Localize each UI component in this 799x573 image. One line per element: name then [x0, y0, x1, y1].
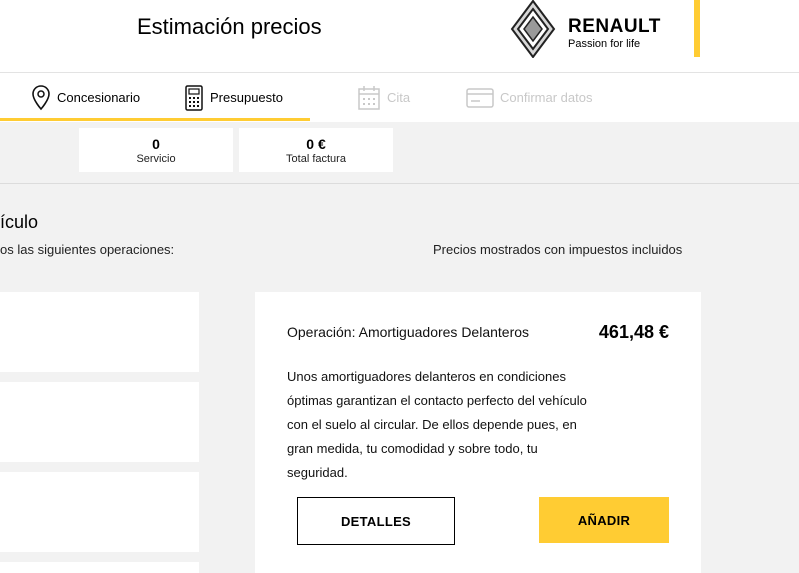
- operation-card[interactable]: [0, 292, 199, 372]
- add-button[interactable]: AÑADIR: [539, 497, 669, 543]
- page-title: Estimación precios: [137, 14, 322, 39]
- divider: [0, 183, 799, 184]
- operation-card[interactable]: [0, 382, 199, 462]
- details-button[interactable]: DETALLES: [297, 497, 455, 545]
- brand-tagline: Passion for life: [568, 38, 641, 50]
- summary-label: Total factura: [286, 153, 346, 165]
- operation-card[interactable]: [0, 562, 199, 573]
- brand-name: RENAULT: [568, 16, 661, 37]
- active-step-indicator: [0, 118, 310, 121]
- brand-accent-bar: [694, 0, 700, 57]
- calendar-icon: [358, 85, 380, 110]
- summary-total-factura: 0 € Total factura: [239, 128, 393, 172]
- operation-price: 461,48 €: [598, 322, 669, 342]
- step-label: Confirmar datos: [500, 90, 593, 105]
- step-label: Concesionario: [57, 90, 141, 105]
- header: Estimación precios RENAULT Passion for l…: [0, 0, 799, 73]
- step-label: Cita: [387, 90, 411, 105]
- card-icon: [466, 87, 494, 108]
- step-presupuesto[interactable]: Presupuesto: [184, 73, 283, 122]
- section-title: ículo: [0, 212, 39, 232]
- operation-detail-card: Operación: Amortiguadores Delanteros 461…: [255, 292, 701, 573]
- progress-steps: Concesionario Presupuesto Cita Confirmar…: [0, 73, 799, 122]
- operation-card[interactable]: [0, 472, 199, 552]
- operation-title: Operación: Amortiguadores Delanteros: [287, 324, 530, 340]
- summary-value: 0 €: [306, 136, 326, 152]
- step-confirmar-datos: Confirmar datos: [466, 73, 592, 122]
- price-note: Precios mostrados con impuestos incluido…: [433, 242, 683, 257]
- location-pin-icon: [32, 84, 50, 110]
- operation-description: Unos amortiguadores delanteros en condic…: [287, 369, 587, 480]
- step-cita: Cita: [357, 73, 410, 122]
- summary-value: 0: [152, 136, 160, 152]
- summary-label: Servicio: [136, 153, 176, 165]
- summary-servicio: 0 Servicio: [79, 128, 233, 172]
- section-subtitle: os las siguientes operaciones:: [0, 242, 175, 257]
- step-concesionario[interactable]: Concesionario: [31, 73, 140, 122]
- calculator-icon: [185, 84, 203, 111]
- step-label: Presupuesto: [210, 90, 283, 105]
- renault-logo-icon: [510, 0, 556, 58]
